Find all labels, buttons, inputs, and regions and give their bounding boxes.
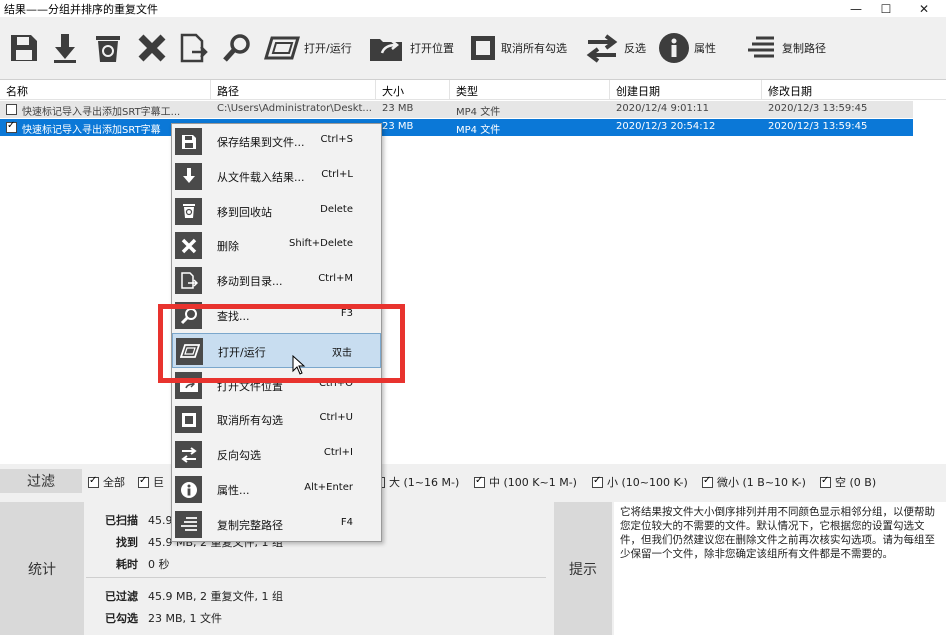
- copy-path-icon: [748, 36, 774, 58]
- stats-panel: 统计 已扫描 45.9 找到 45.9 MB, 2 重复文件, 1 组 耗时 0 秒 …: [0, 502, 946, 635]
- recycle-bin-icon: [175, 197, 202, 225]
- stat-scanned: 已扫描 45.9: [105, 514, 173, 527]
- results-list: 名称 路径 大小 类型 创建日期 修改日期 快速标记导入寻出添加SRT字幕工..…: [0, 79, 946, 464]
- toolbar-properties-button[interactable]: 属性: [658, 17, 716, 79]
- open-location-icon: [370, 39, 402, 61]
- filter-bar: 过滤 全部 巨 大 (1~16 M-) 中 (100 K~1 M-) 小 (10…: [0, 465, 946, 497]
- window-title: 结果——分组并排序的重复文件: [4, 3, 158, 16]
- menu-item-copy-path[interactable]: 复制完整路径 F4: [172, 507, 381, 542]
- filter-large[interactable]: 大 (1~16 M-): [374, 474, 459, 490]
- close-button[interactable]: ✕: [906, 0, 942, 17]
- search-icon: [223, 34, 250, 62]
- menu-item-move[interactable]: 移动到目录... Ctrl+M: [172, 263, 381, 298]
- filter-checkbox[interactable]: [138, 475, 149, 488]
- toolbar-load-button[interactable]: [50, 17, 80, 79]
- move-file-icon: [180, 33, 208, 63]
- filter-checkbox[interactable]: [592, 475, 603, 488]
- menu-item-invert[interactable]: 反向勾选 Ctrl+I: [172, 437, 381, 472]
- filter-checkbox[interactable]: [702, 475, 713, 488]
- stat-elapsed: 耗时 0 秒: [116, 558, 170, 571]
- toolbar-search-button[interactable]: [222, 17, 252, 79]
- toolbar-open-location-label: 打开位置: [410, 42, 454, 55]
- download-icon: [54, 34, 76, 63]
- save-icon: [11, 35, 37, 61]
- invert-selection-icon: [586, 34, 618, 63]
- toolbar-recycle-button[interactable]: [92, 17, 124, 79]
- toolbar-copy-path-button[interactable]: 复制路径: [746, 17, 826, 79]
- toolbar: 打开/运行 打开位置 取消所有勾选 反选 属性 复制路径: [0, 17, 946, 79]
- table-row[interactable]: 快速标记导入寻出添加SRT字幕 23 MB MP4 文件 2020/12/3 2…: [0, 119, 913, 136]
- filter-all[interactable]: 全部: [88, 474, 125, 490]
- menu-item-delete[interactable]: 删除 Shift+Delete: [172, 228, 381, 263]
- filter-medium[interactable]: 中 (100 K~1 M-): [474, 474, 577, 490]
- filter-checkbox[interactable]: [88, 475, 99, 488]
- save-icon: [175, 128, 202, 155]
- delete-x-icon: [175, 232, 202, 260]
- menu-item-save-results[interactable]: 保存结果到文件... Ctrl+S: [172, 124, 381, 159]
- stats-divider: [86, 577, 546, 578]
- tip-label: 提示: [554, 502, 612, 635]
- list-header: 名称 路径 大小 类型 创建日期 修改日期: [0, 80, 946, 100]
- filter-checkbox[interactable]: [474, 475, 485, 488]
- menu-item-load-results[interactable]: 从文件载入结果... Ctrl+L: [172, 159, 381, 194]
- toolbar-open-run-button[interactable]: 打开/运行: [264, 17, 352, 79]
- mouse-cursor-icon: [292, 355, 306, 375]
- toolbar-uncheck-all-button[interactable]: 取消所有勾选: [469, 17, 567, 79]
- delete-x-icon: [138, 34, 166, 62]
- menu-item-recycle[interactable]: 移到回收站 Delete: [172, 194, 381, 229]
- filter-tiny[interactable]: 微小 (1 B~10 K-): [702, 474, 806, 490]
- row-checkbox[interactable]: [6, 120, 17, 133]
- toolbar-invert-button[interactable]: 反选: [584, 17, 646, 79]
- copy-path-icon: [175, 510, 202, 538]
- toolbar-delete-button[interactable]: [136, 17, 168, 79]
- toolbar-move-button[interactable]: [178, 17, 210, 79]
- move-file-icon: [175, 267, 202, 295]
- info-icon: [659, 33, 689, 63]
- toolbar-properties-label: 属性: [694, 42, 716, 55]
- menu-item-properties[interactable]: 属性... Alt+Enter: [172, 472, 381, 507]
- column-path[interactable]: 路径: [211, 80, 376, 100]
- tip-text: 它将结果按文件大小倒序排列并用不同颜色显示相邻分组，以便帮助您定位较大的不需要的…: [614, 502, 946, 635]
- filter-huge[interactable]: 巨: [138, 474, 164, 490]
- invert-selection-icon: [175, 441, 202, 469]
- column-type[interactable]: 类型: [450, 80, 610, 100]
- toolbar-save-button[interactable]: [8, 17, 40, 79]
- stat-filtered: 已过滤 45.9 MB, 2 重复文件, 1 组: [105, 590, 284, 603]
- open-run-icon: [264, 36, 300, 60]
- filter-empty[interactable]: 空 (0 B): [820, 474, 876, 490]
- column-created[interactable]: 创建日期: [610, 80, 762, 100]
- stat-checked: 已勾选 23 MB, 1 文件: [105, 612, 223, 625]
- highlight-annotation-box: [158, 304, 405, 383]
- row-checkbox[interactable]: [6, 104, 17, 115]
- uncheck-all-icon: [471, 36, 495, 60]
- title-bar: 结果——分组并排序的重复文件 — ☐ ✕: [0, 0, 946, 17]
- uncheck-all-icon: [175, 406, 202, 434]
- table-row[interactable]: 快速标记导入寻出添加SRT字幕工... C:\Users\Administrat…: [0, 101, 913, 118]
- column-name[interactable]: 名称: [0, 80, 211, 100]
- toolbar-invert-label: 反选: [624, 42, 646, 55]
- toolbar-open-location-button[interactable]: 打开位置: [368, 17, 454, 79]
- toolbar-open-run-label: 打开/运行: [304, 42, 352, 55]
- filter-checkbox[interactable]: [820, 475, 831, 488]
- info-icon: [175, 476, 202, 503]
- filter-label: 过滤: [0, 469, 82, 493]
- download-icon: [175, 162, 202, 190]
- toolbar-copy-path-label: 复制路径: [782, 42, 826, 55]
- column-modified[interactable]: 修改日期: [762, 80, 946, 100]
- toolbar-uncheck-all-label: 取消所有勾选: [501, 42, 567, 55]
- stats-label: 统计: [0, 502, 84, 635]
- maximize-button[interactable]: ☐: [868, 0, 904, 17]
- recycle-bin-icon: [96, 36, 120, 62]
- column-size[interactable]: 大小: [376, 80, 450, 100]
- filter-small[interactable]: 小 (10~100 K-): [592, 474, 688, 490]
- menu-item-uncheck-all[interactable]: 取消所有勾选 Ctrl+U: [172, 402, 381, 437]
